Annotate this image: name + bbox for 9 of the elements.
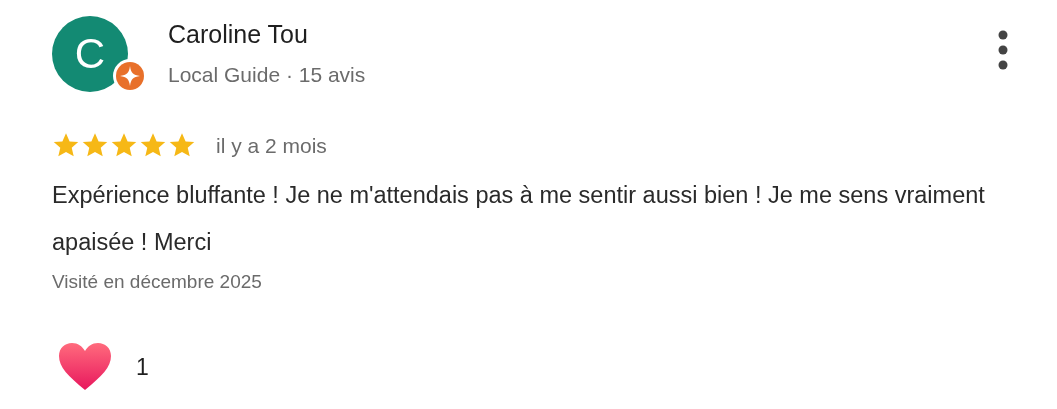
more-options-icon[interactable] bbox=[997, 30, 1009, 70]
review-text: Expérience bluffante ! Je ne m'attendais pas à me sentir aussi bien ! Je me sens vraiment apaisée ! Merci bbox=[52, 180, 986, 257]
heart-icon[interactable] bbox=[58, 342, 112, 392]
review-time: il y a 2 mois bbox=[216, 133, 327, 159]
visit-date: Visité en décembre 2025 bbox=[52, 269, 263, 294]
author-meta: Local Guide · 15 avis bbox=[168, 62, 366, 88]
author-name[interactable]: Caroline Tou bbox=[168, 18, 366, 50]
reaction-count: 1 bbox=[136, 352, 149, 382]
avatar-letter: C bbox=[74, 33, 106, 75]
